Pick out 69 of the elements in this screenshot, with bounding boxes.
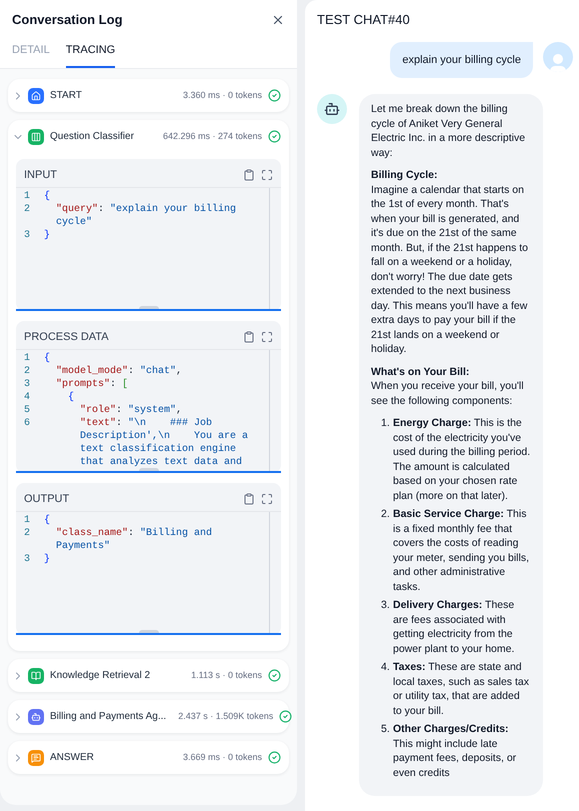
node-title: Billing and Payments Ag... (50, 710, 166, 724)
tab[interactable]: TRACING (66, 42, 116, 68)
line-number: 4 (24, 392, 30, 403)
list-number: 2. (381, 507, 391, 522)
panel-title: Conversation Log (12, 11, 123, 29)
list-item-text: Energy Charge: This is the cost of the electricity you've used during the billing period. The amount is calculated based on your chosen rate plan (more on that later). (393, 416, 531, 503)
node-stats: 3.360 ms · 0 tokens (182, 88, 262, 102)
code-line: "text": "\n ### Job (79, 417, 212, 430)
list-number: 1. (381, 416, 391, 431)
list-number: 3. (381, 598, 391, 613)
node-stats: 3.669 ms · 0 tokens (182, 750, 262, 764)
node-title: Knowledge Retrieval 2 (50, 669, 150, 683)
node-stats: 1.113 s · 0 tokens (191, 668, 262, 682)
section-title: OUTPUT (24, 492, 70, 507)
code-line: { (44, 352, 50, 365)
section-heading: Billing Cycle: (371, 168, 439, 182)
list-number: 4. (381, 660, 391, 675)
line-number: 6 (24, 418, 30, 429)
node-stats: 642.296 ms · 274 tokens (162, 130, 262, 143)
node-header[interactable]: Billing and Payments Ag... 2.437 s · 1.509K tokens (8, 700, 289, 733)
code-editor[interactable]: 1 { 2 "class_name": "Billing and Payments" 3 } (16, 511, 281, 635)
code-line: { (44, 190, 50, 203)
chat-title: TEST CHAT#40 (316, 11, 411, 29)
line-number: 2 (24, 366, 30, 377)
node-title: Question Classifier (50, 130, 134, 144)
node-stats: 2.437 s · 1.509K tokens (178, 710, 274, 723)
code-editor[interactable]: 1 { 2 "model_mode": "chat", 3 "prompts": [ 4 { 5 "role": "system", 6 "text": "\n ### Job Description',\n You are a text classification engine that analyzes text data and (16, 349, 281, 473)
line-number: 5 (24, 405, 30, 416)
line-number: 3 (24, 379, 30, 390)
user-message-bubble: explain your billing cycle (390, 42, 533, 78)
line-number: 3 (24, 554, 30, 565)
code-line: Description',\n You are a (79, 430, 248, 443)
code-line: "prompts": [ (55, 378, 128, 391)
line-number: 3 (24, 230, 30, 241)
list-number: 5. (381, 722, 391, 737)
message-paragraph: Let me break down the billing cycle of Aniket Very General Electric Inc. in a more descriptive way: (371, 102, 526, 160)
node-title: START (50, 89, 82, 103)
code-line: } (44, 553, 50, 566)
node-header[interactable]: Knowledge Retrieval 2 1.113 s · 0 tokens (8, 659, 289, 692)
list-item-text: Taxes: These are state and local taxes, such as sales tax or utility tax, that are added to your bill. (393, 660, 530, 718)
code-line: { (67, 391, 74, 404)
message-paragraph: Imagine a calendar that starts on the 1st of every month. That's when your bill is generated, and it's due on the 21st of the same month. But, if the 21st happens to fall on a weekend or a holiday, don't worry! The due date gets extended to the next business day. This means you'll have a few extra days to pay your bill if the 21st lands on a weekend or holiday. (371, 182, 530, 356)
code-line: "query": "explain your billing (55, 203, 236, 216)
node-title: ANSWER (50, 751, 94, 765)
code-line: } (44, 229, 50, 242)
section-title: PROCESS DATA (24, 330, 109, 345)
line-number: 1 (24, 191, 30, 202)
line-number: 1 (24, 353, 30, 364)
code-line: Payments" (55, 540, 110, 553)
code-line: text classification engine (79, 443, 236, 456)
node-header[interactable]: Question Classifier 642.296 ms · 274 tokens (8, 120, 289, 153)
node-header[interactable]: ANSWER 3.669 ms · 0 tokens (8, 741, 289, 774)
line-number: 2 (24, 204, 30, 215)
message-paragraph: When you receive your bill, you'll see the following components: (371, 379, 525, 408)
section-heading: What's on Your Bill: (371, 364, 470, 379)
node-header[interactable]: START 3.360 ms · 0 tokens (8, 79, 289, 112)
code-line: "role": "system", (79, 404, 182, 417)
list-item-text: Delivery Charges: These are fees associated with getting electricity from the power plant to your home. (393, 598, 516, 656)
code-line: "model_mode": "chat", (55, 365, 182, 378)
list-item-text: Other Charges/Credits: This might include late payment fees, deposits, or even credits (393, 722, 518, 780)
section-title: INPUT (24, 168, 57, 183)
list-item-text: Basic Service Charge: This is a fixed monthly fee that covers the costs of reading your meter, sending you bills, and other administrative tasks. (393, 507, 530, 594)
line-number: 1 (24, 515, 30, 526)
code-line: { (44, 514, 50, 527)
code-line: cycle" (55, 216, 92, 229)
code-line: that analyzes text data and (79, 456, 242, 469)
code-editor[interactable]: 1 { 2 "query": "explain your billing cycle" 3 } (16, 187, 281, 311)
line-number: 2 (24, 528, 30, 539)
code-line: "class_name": "Billing and (55, 527, 212, 540)
